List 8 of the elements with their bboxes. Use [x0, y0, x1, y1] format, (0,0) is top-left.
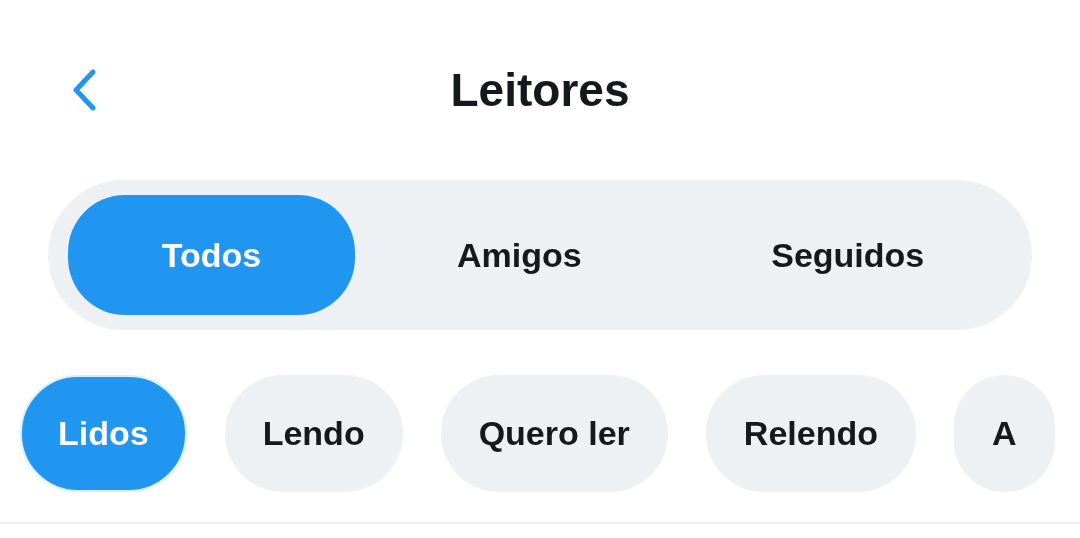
page-title: Leitores: [450, 63, 630, 117]
filter-chip[interactable]: Relendo: [705, 375, 916, 492]
filter-chip[interactable]: Quero ler: [440, 375, 668, 492]
filter-chip[interactable]: A: [953, 375, 1055, 492]
chevron-left-icon: [71, 69, 97, 111]
segment-tab[interactable]: Seguidos: [683, 195, 1012, 315]
filter-chip[interactable]: Lendo: [224, 375, 403, 492]
segment-tab[interactable]: Amigos: [355, 195, 684, 315]
